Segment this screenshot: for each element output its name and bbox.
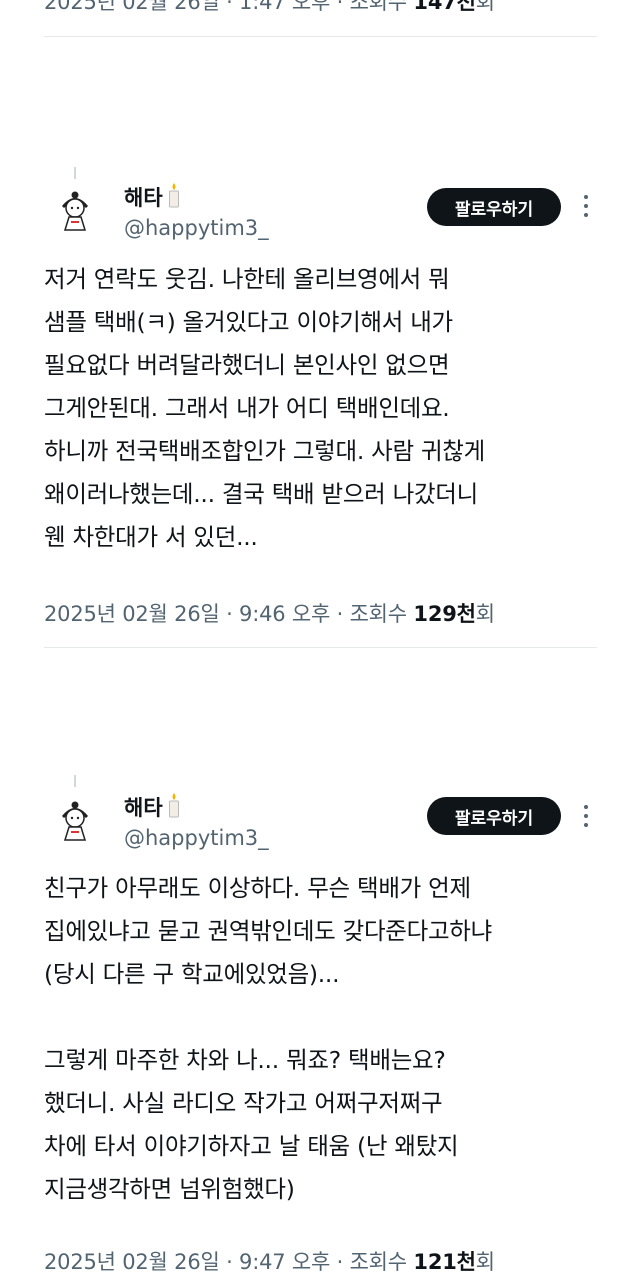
views-suffix: 회 — [475, 602, 495, 626]
tweet-line: 필요없다 버려달라했더니 본인사인 없으면 — [44, 351, 450, 379]
tweet-line: 그게안된대. 그래서 내가 어디 택배인데요. — [44, 394, 450, 422]
tweet-time[interactable]: 9:46 오후 — [239, 602, 330, 626]
follow-button[interactable]: 팔로우하기 — [427, 188, 561, 226]
candle-icon — [168, 183, 179, 208]
views-count: 121천 — [413, 1250, 476, 1274]
tweet-meta-top: 2025년 02월 26일 · 1:47 오후 · 조회수 147천회 — [44, 0, 495, 16]
tweet-time[interactable]: 9:47 오후 — [239, 1250, 330, 1274]
views-suffix: 회 — [475, 1250, 495, 1274]
tweet-line: 차에 타서 이야기하자고 날 태움 (난 왜탔지 — [44, 1132, 459, 1160]
tweet-meta: 2025년 02월 26일 · 9:46 오후 · 조회수 129천회 — [44, 602, 495, 626]
user-handle[interactable]: @happytim3_ — [124, 216, 269, 240]
tweet-line: 지금생각하면 넘위험했다) — [44, 1175, 295, 1203]
views-label: 조회수 — [349, 1250, 408, 1274]
views-count: 147천 — [413, 0, 476, 14]
follow-button[interactable]: 팔로우하기 — [427, 797, 561, 835]
tweet-line: 저거 연락도 웃김. 나한테 올리브영에서 뭐 — [44, 265, 450, 293]
thread-line — [74, 775, 76, 787]
display-name[interactable]: 해타 — [124, 182, 181, 212]
tweet-line — [44, 996, 604, 1039]
tweet-line: 샘플 택배(ㅋ) 올거있다고 이야기해서 내가 — [44, 308, 453, 336]
tweet-date[interactable]: 2025년 02월 26일 — [44, 602, 220, 626]
display-name[interactable]: 해타 — [124, 792, 181, 822]
thread-line — [74, 167, 76, 179]
more-icon[interactable] — [576, 191, 596, 221]
views-label: 조회수 — [349, 0, 408, 14]
avatar[interactable] — [52, 186, 98, 232]
tweet-date[interactable]: 2025년 02월 26일 — [44, 1250, 220, 1274]
avatar[interactable] — [52, 796, 98, 842]
views-suffix: 회 — [475, 0, 495, 14]
tweet-line: 하니까 전국택배조합인가 그렇대. 사람 귀찮게 — [44, 437, 485, 465]
display-name-text: 해타 — [124, 186, 163, 210]
user-handle[interactable]: @happytim3_ — [124, 826, 269, 850]
tweet-line: 왜이러나했는데... 결국 택배 받으러 나갔더니 — [44, 480, 478, 508]
tweet-line: 그렇게 마주한 차와 나... 뭐죠? 택배는요? — [44, 1046, 446, 1074]
tweet-line: (당시 다른 구 학교에있었음)... — [44, 960, 340, 988]
tweet-line: 집에있냐고 묻고 권역밖인데도 갖다준다고하냐 — [44, 917, 492, 945]
tweet-line: 했더니. 사실 라디오 작가고 어쩌구저쩌구 — [44, 1089, 443, 1117]
tweet-time: 1:47 오후 — [239, 0, 331, 14]
views-count: 129천 — [413, 602, 476, 626]
tweet-line: 친구가 아무래도 이상하다. 무슨 택배가 언제 — [44, 874, 471, 902]
divider — [44, 647, 597, 648]
divider — [44, 36, 597, 37]
tweet-date: 2025년 02월 26일 — [44, 0, 220, 14]
more-icon[interactable] — [576, 801, 596, 831]
views-label: 조회수 — [349, 602, 408, 626]
tweet-text: 저거 연락도 웃김. 나한테 올리브영에서 뭐 샘플 택배(ㅋ) 올거있다고 이… — [44, 258, 604, 559]
tweet-text: 친구가 아무래도 이상하다. 무슨 택배가 언제 집에있냐고 묻고 권역밖인데도… — [44, 867, 604, 1211]
display-name-text: 해타 — [124, 796, 163, 820]
tweet-line: 웬 차한대가 서 있던... — [44, 523, 258, 551]
candle-icon — [168, 793, 179, 818]
tweet-meta: 2025년 02월 26일 · 9:47 오후 · 조회수 121천회 — [44, 1250, 495, 1274]
